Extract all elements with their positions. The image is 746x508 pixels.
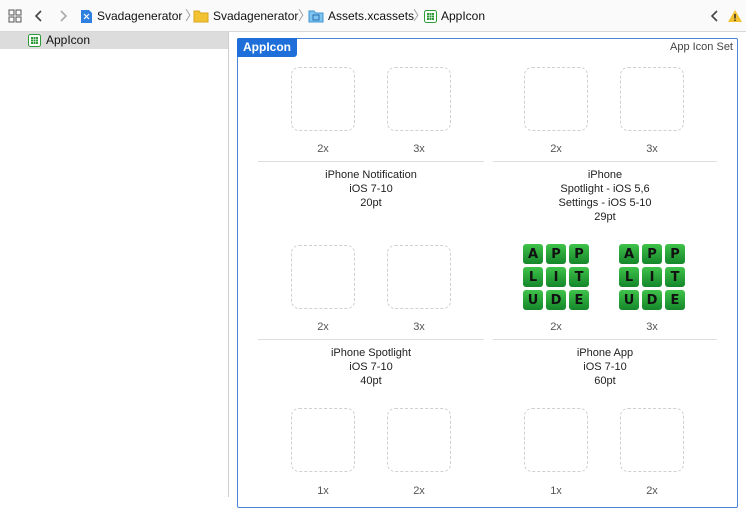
slot-size: 29pt [594,211,616,223]
icon-well-notification-3x[interactable] [387,67,451,131]
warning-icon[interactable] [727,8,743,24]
project-file-icon [80,9,93,24]
slot-title: iPhone Spotlight [330,347,412,359]
icon-tile: T [665,267,685,287]
scale-label: 2x [646,485,658,497]
scale-label: 2x [550,321,562,333]
slot-divider [258,339,484,340]
slot-divider [493,161,717,162]
breadcrumb-label: Svadagenerator [213,9,299,23]
scale-label: 2x [550,143,562,155]
scale-label: 2x [413,485,425,497]
breadcrumb-appicon[interactable]: AppIcon [424,8,485,24]
breadcrumb-project[interactable]: Svadagenerator [80,8,182,24]
slot-label-app: iPhone App iOS 7-10 60pt [488,346,722,388]
slot-label-notification: iPhone Notification iOS 7-10 20pt [254,168,488,210]
icon-tile: E [665,290,685,310]
icon-tile: I [642,267,662,287]
scale-label: 3x [413,143,425,155]
previous-issue-icon[interactable] [707,8,723,24]
asset-name-tag[interactable]: AppIcon [237,38,297,57]
slot-title: iPhone App [576,347,634,359]
slot-divider [493,339,717,340]
icon-tile: A [523,244,543,264]
scale-label: 2x [317,321,329,333]
app-icon-image-3x[interactable]: A P P L I T U D E [619,244,685,310]
icon-tile: I [546,267,566,287]
scale-label: 2x [317,143,329,155]
icon-well-notification-2x[interactable] [291,67,355,131]
breadcrumb-label: AppIcon [441,9,486,23]
icon-well-slot6-2x[interactable] [620,408,684,472]
breadcrumb-folder[interactable]: Svadagenerator [193,8,298,24]
scale-label: 1x [317,485,329,497]
icon-tile: T [569,267,589,287]
slot-label-spotlight: iPhone Spotlight iOS 7-10 40pt [254,346,488,388]
icon-well-slot5-1x[interactable] [291,408,355,472]
icon-tile: P [665,244,685,264]
scale-label: 1x [550,485,562,497]
icon-tile: A [619,244,639,264]
icon-tile: D [642,290,662,310]
slot-title: iPhone [587,169,623,181]
icon-tile: P [569,244,589,264]
icon-well-spotlight-2x[interactable] [291,245,355,309]
slot-label-settings: iPhone Spotlight - iOS 5,6 Settings - iO… [488,168,722,224]
breadcrumb-asset-catalog[interactable]: Assets.xcassets [308,8,414,24]
slot-size: 40pt [360,375,382,387]
icon-tile: U [523,290,543,310]
sidebar-item-appicon[interactable]: AppIcon [0,32,228,49]
slot-size: 60pt [594,375,616,387]
slot-title: iPhone Notification [325,169,417,181]
asset-catalog-icon [308,9,324,23]
app-icon-set-icon [424,9,437,23]
slot-size: 20pt [360,197,382,209]
slot-os: iOS 7-10 [583,361,627,373]
icon-tile: U [619,290,639,310]
scale-label: 3x [646,321,658,333]
folder-icon [193,9,209,23]
related-items-icon[interactable] [7,8,23,24]
icon-well-spotlight-3x[interactable] [387,245,451,309]
slot-os: iOS 7-10 [349,183,393,195]
icon-tile: L [523,267,543,287]
scale-label: 3x [413,321,425,333]
slot-divider [258,161,484,162]
slot-os: iOS 7-10 [349,361,393,373]
back-arrow-icon[interactable] [31,8,47,24]
sidebar-item-label: AppIcon [46,33,91,47]
slot-os: Spotlight - iOS 5,6 [560,183,650,195]
icon-well-slot5-2x[interactable] [387,408,451,472]
app-icon-set-icon [28,34,41,50]
icon-tile: L [619,267,639,287]
app-icon-image-2x[interactable]: A P P L I T U D E [523,244,589,310]
icon-well-settings-2x[interactable] [524,67,588,131]
icon-tile: D [546,290,566,310]
icon-well-settings-3x[interactable] [620,67,684,131]
breadcrumb-label: Svadagenerator [97,9,183,23]
slot-os: Settings - iOS 5-10 [558,197,652,209]
forward-arrow-icon[interactable] [55,8,71,24]
icon-tile: E [569,290,589,310]
breadcrumb-label: Assets.xcassets [328,9,415,23]
icon-tile: P [546,244,566,264]
icon-tile: P [642,244,662,264]
scale-label: 3x [646,143,658,155]
icon-well-slot6-1x[interactable] [524,408,588,472]
jump-bar: Svadagenerator 〉 Svadagenerator 〉 Assets… [0,0,746,32]
asset-type-label: App Icon Set [670,41,733,53]
asset-list-sidebar: AppIcon [0,32,229,497]
